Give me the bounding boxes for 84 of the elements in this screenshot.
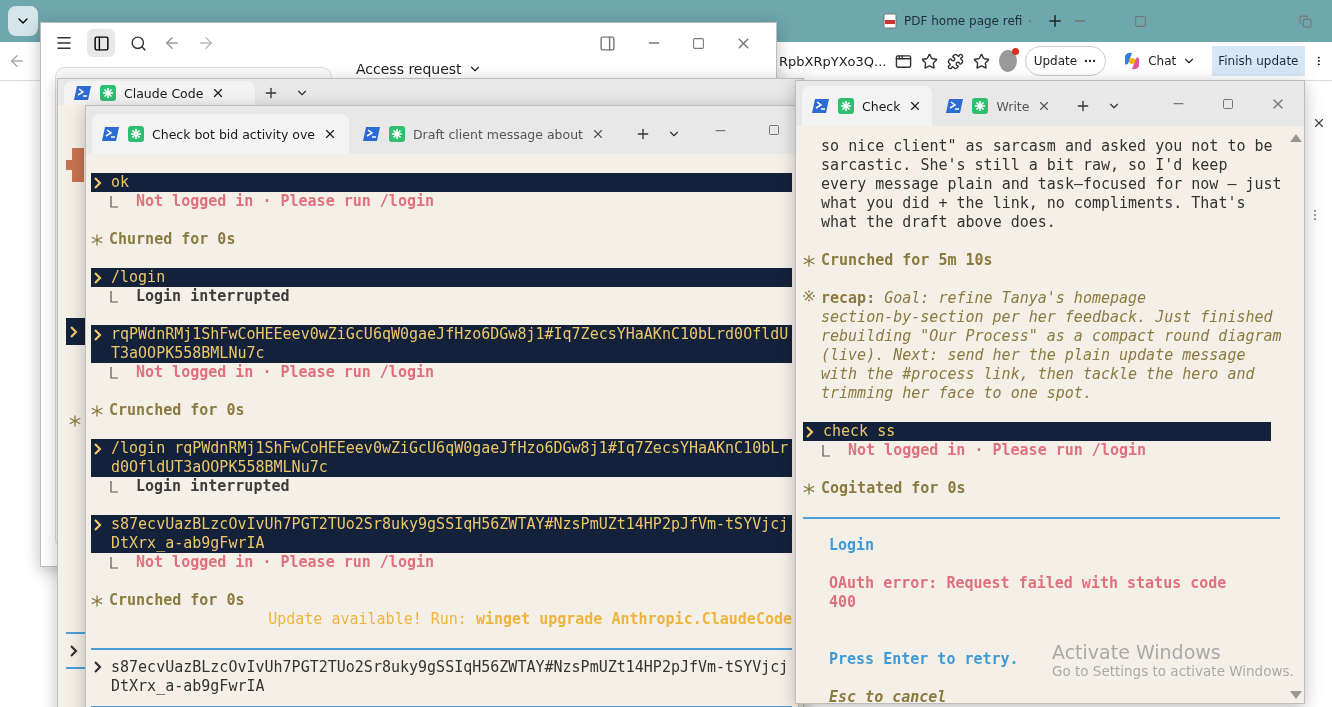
pdf-icon — [882, 13, 898, 29]
close-icon[interactable] — [591, 127, 605, 141]
chevron-icon — [93, 660, 102, 674]
prompt-text: s87ecvUazBLzcOvIvUh7PGT2TUo2Sr8uky9gSSIqH56ZWTAY#NzsPmUZt14HP2pJfVm-tSYVjcjDtXrx_a-ab9gFwrIA — [111, 515, 790, 553]
status-message: Crunched for 0s — [109, 401, 245, 420]
input-text: s87ecvUazBLzcOvIvUh7PGT2TUo2Sr8uky9gSSIqH56ZWTAY#NzsPmUZt14HP2pJfVm-tSYVjcjDtXrx_a-ab9gFwrIA — [111, 658, 790, 696]
maximize-icon[interactable] — [1222, 97, 1234, 110]
activation-subtitle: Go to Settings to activate Windows. — [1052, 663, 1294, 679]
status-message: Churned for 0s — [109, 230, 236, 249]
terminal-icon — [102, 126, 120, 142]
terminal-tab[interactable]: Draft client message about — [353, 114, 617, 154]
chevron-icon — [69, 324, 78, 339]
asterisk-icon — [972, 98, 989, 114]
asterisk-icon — [128, 126, 144, 142]
page-heading: Access request — [356, 61, 462, 77]
recap-text: recap: Goal: refine Tanya's homepage section-by-section per her feedback. Just finished rebuilding "Our Process" as a compact round diagram (live). Next: send her the plain update message with the #process link, then tackle the hero and trimming her face to one spot. — [821, 289, 1282, 403]
asterisk-icon — [69, 413, 81, 428]
chevron-icon — [93, 327, 102, 342]
activation-title: Activate Windows — [1052, 641, 1221, 663]
chevron-icon — [93, 441, 102, 456]
error-message: Not logged in · Please run /login — [136, 553, 434, 572]
corner-icon — [109, 555, 118, 570]
terminal-tab[interactable]: Claude Code — [64, 81, 256, 105]
terminal-icon — [946, 98, 965, 114]
avatar-icon[interactable] — [998, 50, 1017, 72]
error-message: Not logged in · Please run /login — [136, 363, 434, 382]
prompt-text: check ss — [823, 422, 897, 441]
login-title: Login — [829, 536, 875, 555]
corner-icon — [821, 443, 830, 458]
update-button[interactable]: Update — [1024, 46, 1107, 76]
prompt-text: ok — [111, 173, 131, 192]
browser-tab[interactable]: PDF home page refi — [876, 6, 1038, 36]
chevron-icon — [93, 175, 102, 190]
finish-update-button[interactable]: Finish update — [1212, 46, 1305, 76]
maximize-icon[interactable] — [692, 36, 705, 50]
corner-icon — [109, 289, 118, 304]
corner-icon — [109, 365, 118, 380]
corner-icon — [109, 194, 118, 209]
panel-icon[interactable] — [599, 34, 616, 52]
retry-hint: Press Enter to retry. — [829, 650, 1019, 669]
prompt-text: /login — [111, 268, 167, 287]
result-message: Login interrupted — [136, 287, 290, 306]
close-icon[interactable] — [323, 127, 337, 141]
chevron-icon — [69, 643, 78, 658]
prompt-text: rqPWdnRMj1ShFwCoHEEeev0wZiGcU6qW0gaeJfHzo6DGw8j1#Iq7ZecsYHaAKnC10bLrd0OfldUT3aOOPK558BMLNu7c — [111, 325, 790, 363]
response-text: so nice client" as sarcasm and asked you not to be sarcastic. She's still a bit raw, so I'd keep every message plain and task—focused for now — just what you did + the link, no compliments. That's what the draft above does. — [820, 137, 1283, 232]
close-icon[interactable] — [1312, 116, 1326, 130]
new-tab-icon[interactable] — [635, 126, 651, 142]
address-bar[interactable]: RpbXRpYXo3Q... — [779, 53, 887, 69]
status-message: Crunched for 5m 10s — [821, 251, 993, 270]
tab-list-button[interactable] — [8, 6, 38, 36]
error-message: OAuth error: Request failed with status code 400 — [829, 574, 1228, 612]
update-notice: Update available! Run: winget upgrade Anthropic.ClaudeCode — [267, 610, 792, 629]
maximize-icon[interactable] — [768, 124, 780, 136]
status-message: Crunched for 0s — [109, 591, 245, 610]
chevron-icon — [93, 270, 102, 285]
terminal-tab[interactable]: Write — [936, 86, 1062, 126]
result-message: Login interrupted — [136, 477, 290, 496]
asterisk-icon — [389, 126, 405, 142]
asterisk-icon — [100, 85, 116, 101]
reference-mark-icon — [803, 289, 815, 303]
asterisk-icon — [803, 253, 815, 268]
status-message: Cogitated for 0s — [821, 479, 966, 498]
terminal-icon — [363, 126, 381, 142]
asterisk-icon — [91, 403, 103, 418]
terminal-icon — [74, 85, 92, 101]
chevron-icon — [93, 517, 102, 532]
terminal-icon — [812, 98, 830, 114]
prompt-text: /login rqPWdnRMj1ShFwCoHEEeev0wZiGcU6qW0gaeJfHzo6DGw8j1#Iq7ZecsYHaAKnC10bLrd0OfldUT3aOOPK558BMLNu7c — [111, 439, 790, 477]
terminal-tab[interactable]: Check bot bid activity ove — [92, 114, 349, 154]
error-message: Not logged in · Please run /login — [848, 441, 1146, 460]
terminal-tab[interactable]: Check — [802, 86, 933, 126]
asterisk-icon — [838, 98, 854, 114]
cancel-hint: Esc to cancel — [829, 688, 947, 703]
asterisk-icon — [803, 481, 815, 496]
prompt-input[interactable]: s87ecvUazBLzcOvIvUh7PGT2TUo2Sr8uky9gSSIqH56ZWTAY#NzsPmUZt14HP2pJfVm-tSYVjcjDtXrx_a-ab9gFwrIA — [91, 648, 792, 707]
asterisk-icon — [91, 232, 103, 247]
chevron-icon — [805, 424, 814, 439]
sidebar-toggle-icon[interactable] — [87, 29, 115, 57]
logo-icon — [66, 148, 84, 182]
error-message: Not logged in · Please run /login — [136, 192, 434, 211]
new-tab-icon[interactable] — [1046, 12, 1064, 30]
corner-icon — [109, 479, 118, 494]
asterisk-icon — [91, 593, 103, 608]
